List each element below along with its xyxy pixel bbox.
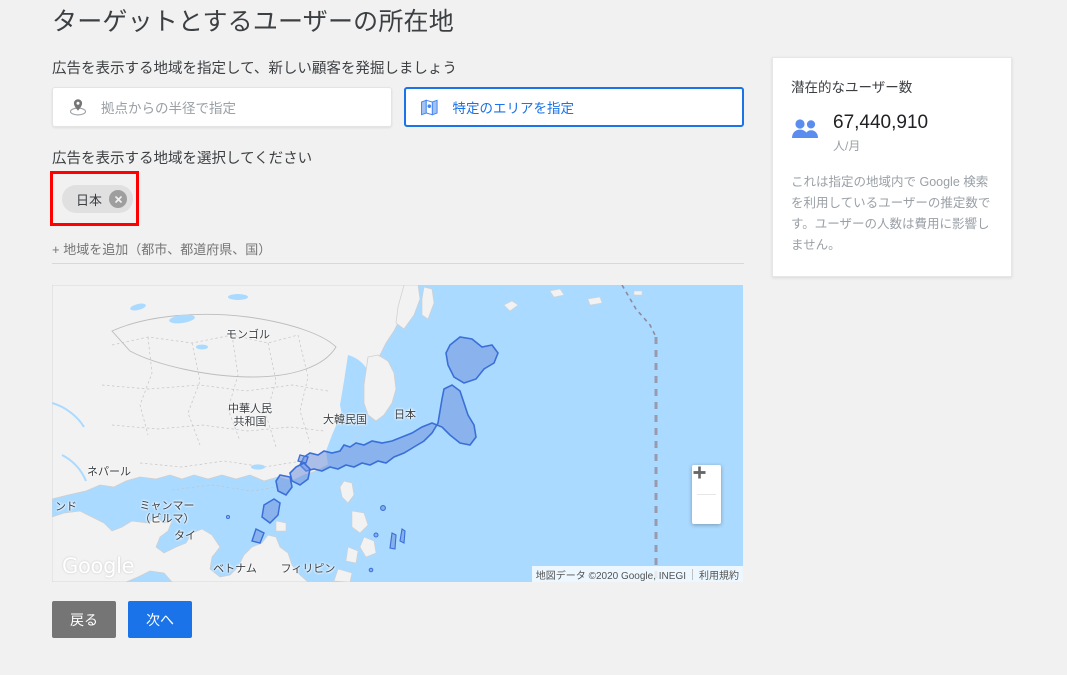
page-root: ターゲットとするユーザーの所在地 広告を表示する地域を指定して、新しい顧客を発掘… xyxy=(0,0,1067,675)
close-circle-icon[interactable] xyxy=(109,190,128,208)
targeting-mode-options: 拠点からの半径で指定 特定のエリアを指定 xyxy=(52,87,744,127)
region-chip-label: 日本 xyxy=(76,192,103,208)
map-zoom-controls xyxy=(692,465,721,524)
selected-regions-list: 日本 xyxy=(52,171,744,226)
option-radius-label: 拠点からの半径で指定 xyxy=(101,101,236,116)
map-geometry xyxy=(52,285,743,582)
zoom-out-button[interactable] xyxy=(692,471,721,524)
radius-pin-icon xyxy=(67,96,89,118)
map-data-credit: 地図データ ©2020 Google, INEGI xyxy=(535,570,686,582)
wizard-actions: 戻る 次へ xyxy=(52,601,192,638)
region-select-label: 広告を表示する地域を選択してください xyxy=(52,151,313,167)
potential-reach-description: これは指定の地域内で Google 検索を利用しているユーザーの推定数です。ユー… xyxy=(791,175,991,252)
potential-reach-card: 潜在的なユーザー数 67,440,910 人/月 これは指定の地域内で Goog… xyxy=(772,57,1012,277)
option-radius-targeting[interactable]: 拠点からの半径で指定 xyxy=(52,87,392,127)
option-area-label: 特定のエリアを指定 xyxy=(452,101,575,116)
page-subtitle: 広告を表示する地域を指定して、新しい顧客を発掘しましょう xyxy=(52,61,457,77)
people-icon xyxy=(791,118,821,144)
page-title: ターゲットとするユーザーの所在地 xyxy=(52,8,454,36)
map-canvas[interactable]: モンゴル 中華人民 共和国 大韓民国 日本 ネパール ンド ミャンマー （ビルマ… xyxy=(52,285,743,582)
folded-map-icon xyxy=(419,96,441,118)
option-area-targeting[interactable]: 特定のエリアを指定 xyxy=(403,87,744,127)
map-attribution: 地図データ ©2020 Google, INEGI 利用規約 xyxy=(531,566,743,582)
terms-of-use-link[interactable]: 利用規約 xyxy=(699,567,739,582)
section-divider xyxy=(52,263,744,264)
region-chip-japan[interactable]: 日本 xyxy=(62,185,134,213)
potential-reach-unit: 人/月 xyxy=(833,139,861,153)
google-logo: Google xyxy=(62,554,135,578)
potential-reach-title: 潜在的なユーザー数 xyxy=(791,80,913,95)
add-region-link[interactable]: + 地域を追加（都市、都道府県、国） xyxy=(52,239,271,258)
potential-reach-value: 67,440,910 xyxy=(833,112,929,133)
potential-reach-values: 67,440,910 人/月 xyxy=(833,112,928,154)
attribution-separator xyxy=(692,568,693,580)
potential-reach-metric: 67,440,910 人/月 xyxy=(791,112,993,154)
minus-icon xyxy=(693,471,706,474)
back-button[interactable]: 戻る xyxy=(52,601,116,638)
next-button[interactable]: 次へ xyxy=(128,601,192,638)
